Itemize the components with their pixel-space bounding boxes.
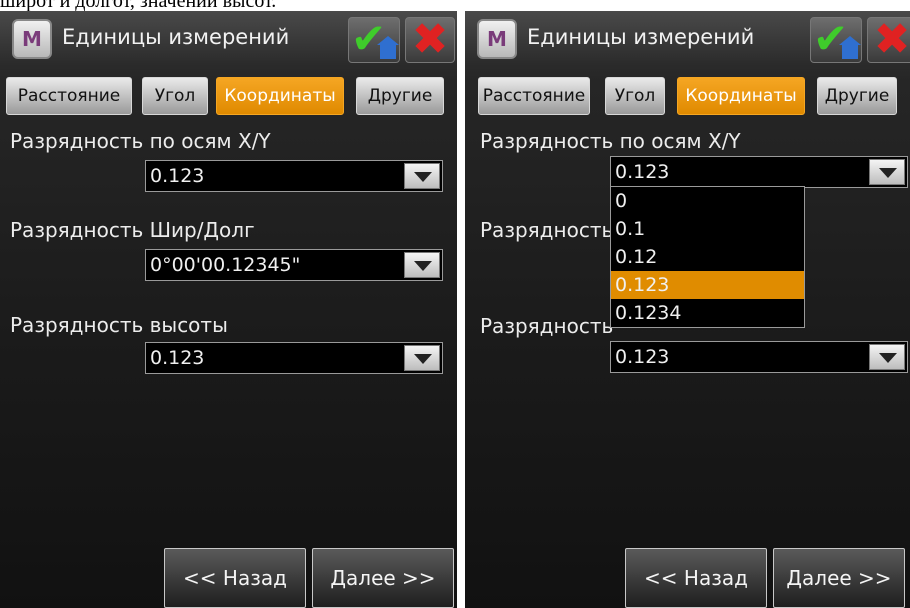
select-value: 0.123	[150, 165, 205, 187]
tab-other[interactable]: Другие	[356, 77, 444, 115]
tab-angle[interactable]: Угол	[142, 77, 208, 115]
chevron-down-icon[interactable]	[404, 163, 440, 189]
latlon-precision-label: Разрядность	[480, 218, 614, 242]
app-m-icon[interactable]: M	[477, 19, 517, 59]
tab-coordinates[interactable]: Координаты	[677, 77, 805, 115]
tab-angle[interactable]: Угол	[605, 77, 665, 115]
option-item[interactable]: 0	[611, 187, 804, 215]
chevron-down-icon[interactable]	[404, 345, 440, 371]
tab-coordinates[interactable]: Координаты	[216, 77, 344, 115]
next-button[interactable]: Далее >>	[773, 548, 905, 608]
height-precision-select[interactable]: 0.123	[145, 342, 443, 374]
height-precision-label: Разрядность	[480, 314, 614, 338]
back-button[interactable]: << Назад	[625, 548, 767, 608]
option-item[interactable]: 0.12	[611, 243, 804, 271]
xy-precision-label: Разрядность по осям X/Y	[10, 129, 271, 153]
confirm-checkmark-icon[interactable]: ✔	[810, 14, 862, 63]
title-bar: M Единицы измерений ✔ ✖	[465, 11, 910, 66]
right-screen: M Единицы измерений ✔ ✖ Расстояние Угол …	[465, 11, 910, 608]
option-item[interactable]: 0.1	[611, 215, 804, 243]
tab-other[interactable]: Другие	[817, 77, 897, 115]
next-button[interactable]: Далее >>	[312, 548, 454, 608]
latlon-precision-select[interactable]: 0°00'00.12345"	[145, 249, 443, 281]
select-value: 0.123	[150, 347, 205, 369]
tab-distance[interactable]: Расстояние	[6, 77, 132, 115]
tab-distance[interactable]: Расстояние	[478, 77, 590, 115]
window-title: Единицы измерений	[527, 25, 755, 49]
latlon-precision-label: Разрядность Шир/Долг	[10, 218, 255, 242]
xy-precision-options[interactable]: 0 0.1 0.12 0.123 0.1234	[610, 186, 805, 328]
height-precision-label: Разрядность высоты	[10, 313, 228, 337]
left-screen: M Единицы измерений ✔ ✖ Расстояние Угол …	[0, 11, 457, 608]
xy-precision-select[interactable]: 0.123	[610, 156, 908, 188]
back-button[interactable]: << Назад	[164, 548, 306, 608]
select-value: 0°00'00.12345"	[150, 254, 301, 276]
select-value: 0.123	[615, 346, 670, 368]
chevron-down-icon[interactable]	[869, 159, 905, 185]
confirm-checkmark-icon[interactable]: ✔	[348, 14, 400, 63]
xy-precision-select[interactable]: 0.123	[145, 160, 443, 192]
option-item-selected[interactable]: 0.123	[611, 271, 804, 299]
height-precision-select[interactable]: 0.123	[610, 341, 908, 373]
title-bar: M Единицы измерений ✔ ✖	[0, 11, 457, 66]
select-value: 0.123	[615, 161, 670, 183]
option-item[interactable]: 0.1234	[611, 299, 804, 327]
cancel-close-icon[interactable]: ✖	[867, 17, 910, 63]
app-m-icon[interactable]: M	[12, 19, 52, 59]
cancel-close-icon[interactable]: ✖	[405, 17, 455, 63]
xy-precision-label: Разрядность по осям X/Y	[480, 129, 741, 153]
chevron-down-icon[interactable]	[869, 344, 905, 370]
window-title: Единицы измерений	[62, 25, 290, 49]
chevron-down-icon[interactable]	[404, 252, 440, 278]
